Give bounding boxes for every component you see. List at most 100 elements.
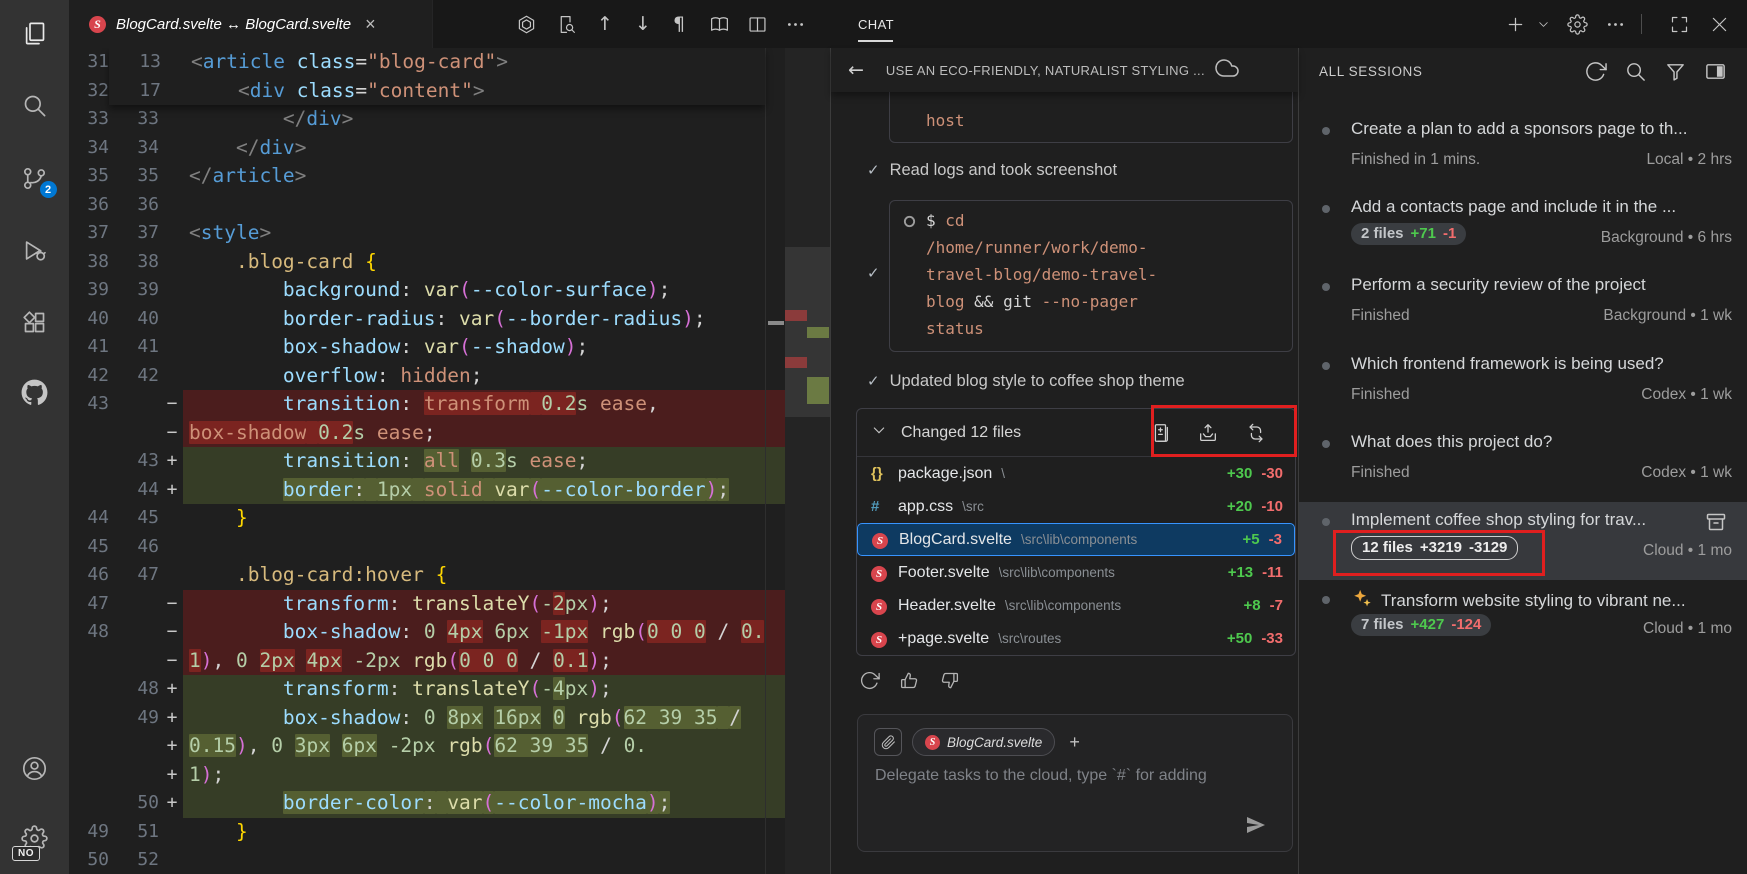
file-name: Header.svelte xyxy=(898,597,996,615)
session-item[interactable]: Add a contacts page and include it in th… xyxy=(1299,189,1747,267)
added-marker: + xyxy=(161,447,183,476)
next-change-icon[interactable]: ↓ xyxy=(635,0,651,48)
activity-bar: 2 NO xyxy=(0,0,69,874)
terminal-command-block: $ cd/home/runner/work/demo-travel-blog/d… xyxy=(889,200,1293,352)
old-line-number: 45 xyxy=(69,533,109,562)
line-marker xyxy=(161,162,183,191)
session-title: Create a plan to add a sponsors page to … xyxy=(1351,119,1732,139)
truncated-code-text: host xyxy=(926,111,965,130)
close-panel-icon[interactable] xyxy=(1705,10,1733,38)
tab-title: BlogCard.svelte ↔ BlogCard.svelte xyxy=(116,16,351,33)
changed-file-row[interactable]: {}package.json\+30-30 xyxy=(857,457,1295,490)
editor-tab-blogcard-diff[interactable]: S BlogCard.svelte ↔ BlogCard.svelte × xyxy=(69,0,433,48)
badge-additions: +3219 xyxy=(1420,539,1462,556)
thumbs-down-icon[interactable] xyxy=(939,670,963,694)
previous-change-icon[interactable]: ↑ xyxy=(597,0,613,48)
session-item[interactable]: What does this project do?FinishedCodex … xyxy=(1299,424,1747,502)
retry-icon[interactable] xyxy=(859,670,883,694)
back-arrow-icon[interactable]: ← xyxy=(848,59,864,81)
session-item[interactable]: Create a plan to add a sponsors page to … xyxy=(1299,111,1747,189)
old-line-number: 37 xyxy=(69,219,109,248)
book-map-icon[interactable] xyxy=(705,10,733,38)
session-item[interactable]: Perform a security review of the project… xyxy=(1299,267,1747,345)
overview-ruler-handle[interactable] xyxy=(768,321,784,325)
changed-file-row[interactable]: SFooter.svelte\src\lib\components+13-11 xyxy=(857,556,1295,589)
new-line-number: 47 xyxy=(109,561,161,590)
changed-file-row[interactable]: SHeader.svelte\src\lib\components+8-7 xyxy=(857,589,1295,622)
panel-more-icon[interactable] xyxy=(1601,10,1629,38)
send-icon[interactable] xyxy=(1244,813,1270,839)
new-line-number: 35 xyxy=(109,162,161,191)
explorer-icon[interactable] xyxy=(20,18,50,48)
changed-files-header[interactable]: Changed 12 files xyxy=(857,409,1295,457)
editor-line: 48+ transform: translateY(-4px); xyxy=(69,675,830,704)
tab-close-icon[interactable]: × xyxy=(365,15,376,33)
code-text xyxy=(183,533,830,562)
new-session-icon[interactable] xyxy=(1501,10,1529,38)
openai-codex-icon[interactable] xyxy=(512,10,540,38)
whitespace-pilcrow-icon[interactable]: ¶ xyxy=(673,0,685,48)
account-icon[interactable] xyxy=(20,753,50,783)
session-meta-source-time: Background • 1 wk xyxy=(1603,307,1732,325)
search-sessions-icon[interactable] xyxy=(1624,60,1647,83)
changed-file-row[interactable]: S+page.svelte\src\routes+50-33 xyxy=(857,622,1295,655)
code-text: } xyxy=(183,818,830,847)
layout-panel-icon[interactable] xyxy=(1704,60,1727,83)
session-item[interactable]: Transform website styling to vibrant ne.… xyxy=(1299,580,1747,658)
editor-line: −1), 0 2px 4px -2px rgb(0 0 0 / 0.1); xyxy=(69,647,830,676)
refresh-icon[interactable] xyxy=(1584,60,1607,83)
line-marker xyxy=(161,134,183,163)
github-icon[interactable] xyxy=(20,377,50,407)
extensions-icon[interactable] xyxy=(20,307,50,337)
chat-scroll-area[interactable]: host ✓ Read logs and took screenshot ✓ $… xyxy=(831,92,1298,874)
editor-more-icon[interactable] xyxy=(781,10,809,38)
search-icon[interactable] xyxy=(20,90,50,120)
editor-line: 3939 background: var(--color-surface); xyxy=(69,276,830,305)
apply-all-icon[interactable] xyxy=(1197,422,1219,444)
minimap[interactable] xyxy=(785,48,830,874)
new-line-number: 36 xyxy=(109,191,161,220)
line-marker xyxy=(161,504,183,533)
changed-file-row[interactable]: #app.css\src+20-10 xyxy=(857,490,1295,523)
filter-icon[interactable] xyxy=(1664,60,1687,83)
new-line-number xyxy=(109,732,161,761)
editor-line: 4445 } xyxy=(69,504,830,533)
session-title: Which frontend framework is being used? xyxy=(1351,354,1732,374)
changed-files-title: Changed 12 files xyxy=(901,424,1021,442)
old-line-number: 34 xyxy=(69,134,109,163)
editor-line: −box-shadow 0.2s ease; xyxy=(69,419,830,448)
chat-input-placeholder[interactable]: Delegate tasks to the cloud, type `#` fo… xyxy=(875,767,1275,785)
new-session-chevron-icon[interactable] xyxy=(1533,10,1553,38)
run-debug-icon[interactable] xyxy=(20,235,50,265)
compare-changes-icon[interactable] xyxy=(1245,422,1267,444)
add-attachment-button[interactable]: + xyxy=(1065,732,1084,753)
editor-line: +1); xyxy=(69,761,830,790)
svelte-file-icon: S xyxy=(871,630,891,648)
all-sessions-panel: ALL SESSIONS Create a plan to add a spon… xyxy=(1298,48,1747,874)
diff-editor[interactable]: 31323333 </div>3434 </div>3535</article>… xyxy=(69,48,830,874)
new-line-number: 37 xyxy=(109,219,161,248)
new-line-number: 46 xyxy=(109,533,161,562)
diff-added-icon[interactable] xyxy=(1149,422,1171,444)
attachment-pill-blogcard[interactable]: S BlogCard.svelte xyxy=(912,728,1055,756)
thumbs-up-icon[interactable] xyxy=(899,670,923,694)
chat-input-box[interactable]: S BlogCard.svelte + Delegate tasks to th… xyxy=(857,714,1293,852)
changed-file-row[interactable]: SBlogCard.svelte\src\lib\components+5-3 xyxy=(857,523,1295,556)
source-control-icon[interactable]: 2 xyxy=(20,163,50,193)
session-meta-source-time: Cloud • 1 mo xyxy=(1643,620,1732,638)
session-item[interactable]: Which frontend framework is being used?F… xyxy=(1299,346,1747,424)
maximize-panel-icon[interactable] xyxy=(1665,10,1693,38)
session-item[interactable]: Implement coffee shop styling for trav..… xyxy=(1299,502,1747,580)
deletions-count: -33 xyxy=(1261,630,1283,647)
new-line-number: 17 xyxy=(109,77,163,106)
new-line-number: 40 xyxy=(109,305,161,334)
archive-icon[interactable] xyxy=(1704,510,1728,534)
attach-file-button[interactable] xyxy=(874,728,902,756)
new-line-number: 41 xyxy=(109,333,161,362)
badge-file-count: 7 files xyxy=(1361,616,1404,633)
file-search-icon[interactable] xyxy=(552,10,580,38)
badge-deletions: -1 xyxy=(1443,225,1456,242)
old-line-number: 50 xyxy=(69,846,109,874)
split-editor-icon[interactable] xyxy=(743,10,771,38)
panel-settings-gear-icon[interactable] xyxy=(1563,10,1591,38)
